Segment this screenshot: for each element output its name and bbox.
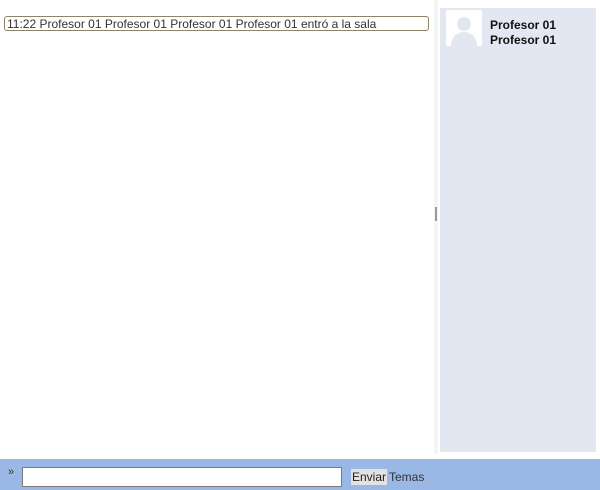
users-panel: Profesor 01 Profesor 01 bbox=[438, 0, 600, 454]
splitter-grip-icon[interactable] bbox=[435, 207, 437, 221]
user-name: Profesor 01 bbox=[490, 18, 557, 32]
avatar-body bbox=[451, 32, 477, 46]
send-button[interactable]: Enviar bbox=[351, 469, 388, 485]
user-name-secondary: Profesor 01 bbox=[490, 33, 557, 47]
input-bar: » Enviar Temas bbox=[0, 459, 600, 490]
message-area[interactable]: 11:22 Profesor 01 Profesor 01 Profesor 0… bbox=[0, 0, 434, 454]
user-item[interactable]: Profesor 01 Profesor 01 bbox=[440, 8, 596, 56]
topics-link[interactable]: Temas bbox=[389, 469, 424, 485]
user-silhouette-icon bbox=[446, 10, 482, 46]
message-item: 11:22 Profesor 01 Profesor 01 Profesor 0… bbox=[4, 16, 429, 31]
chat-window: 11:22 Profesor 01 Profesor 01 Profesor 0… bbox=[0, 0, 600, 490]
prompt-icon: » bbox=[8, 466, 15, 478]
avatar-head bbox=[457, 17, 471, 31]
users-list: Profesor 01 Profesor 01 bbox=[440, 8, 596, 452]
message-input[interactable] bbox=[22, 467, 342, 487]
